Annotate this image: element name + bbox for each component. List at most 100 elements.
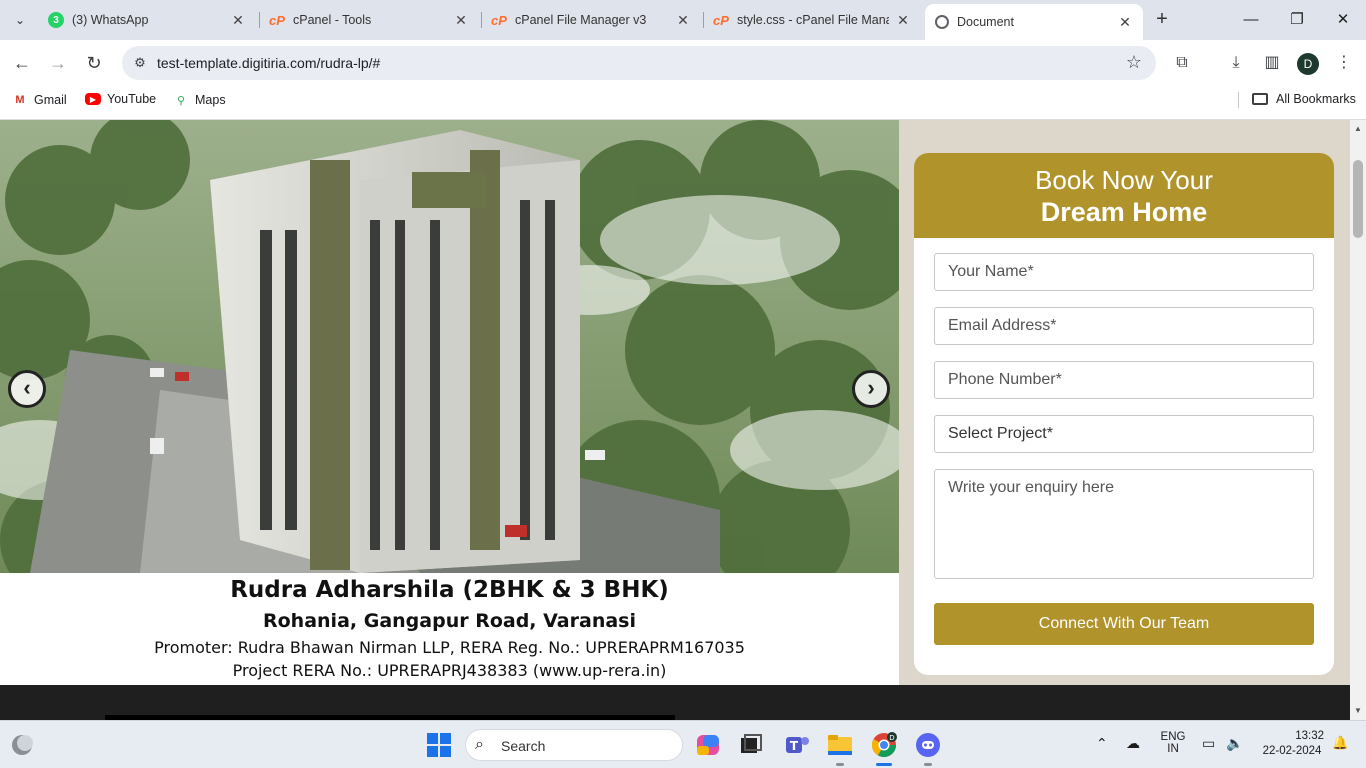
page-viewport: ‹ › Rudra Adharshila (2BHK & 3 BHK) Roha… [0,120,1350,720]
clock-time: 13:32 [1295,730,1324,742]
form-heading-line1: Book Now Your [1035,165,1213,195]
tray-overflow-icon[interactable]: ⌃ [1096,735,1108,752]
project-caption: Rudra Adharshila (2BHK & 3 BHK) Rohania,… [0,573,899,685]
file-explorer-icon[interactable] [826,731,854,759]
restore-button[interactable]: ❐ [1274,8,1320,32]
maps-icon: ⚲ [176,94,186,107]
connect-team-button[interactable]: Connect With Our Team [934,603,1314,645]
close-window-button[interactable]: ✕ [1320,8,1366,32]
youtube-icon: ▶ [85,93,101,105]
site-info-icon[interactable]: ⚙ [132,55,148,71]
enquiry-textarea[interactable]: Write your enquiry here [934,469,1314,579]
new-tab-button[interactable]: + [1150,8,1174,32]
tab-style-css[interactable]: cP style.css - cPanel File Manag ✕ [703,6,921,34]
clock-date: 22-02-2024 [1262,745,1322,757]
network-off-icon[interactable]: ☁ [1126,735,1140,752]
slider-next-button[interactable]: › [852,370,890,408]
dark-section [0,685,1350,720]
back-button[interactable]: ← [9,50,35,76]
slider-prev-button[interactable]: ‹ [8,370,46,408]
page-scrollbar[interactable]: ▲ ▼ [1350,120,1366,720]
tab-cpanel-tools[interactable]: cP cPanel - Tools ✕ [259,6,479,34]
bookmark-youtube[interactable]: ▶ YouTube [85,92,156,106]
forward-button[interactable]: → [45,50,71,76]
hero-slider: ‹ › Rudra Adharshila (2BHK & 3 BHK) Roha… [0,120,899,685]
scroll-up-icon[interactable]: ▲ [1350,122,1366,136]
search-icon: ⌕ [475,736,484,753]
teams-icon[interactable]: T [783,731,811,759]
cpanel-icon: cP [269,12,285,28]
task-view-icon[interactable] [737,731,765,759]
lang-line2: IN [1167,743,1179,755]
phone-input[interactable]: Phone Number* [934,361,1314,399]
project-title: Rudra Adharshila (2BHK & 3 BHK) [230,577,669,603]
all-bookmarks-button[interactable]: All Bookmarks [1252,92,1356,106]
cpanel-icon: cP [713,12,729,28]
running-indicator [924,763,932,766]
active-indicator [876,763,892,766]
lang-line1: ENG [1160,731,1186,743]
globe-icon [935,15,949,29]
tab-title: Document [957,15,1014,29]
all-bookmarks-label: All Bookmarks [1276,92,1356,106]
bookmark-label: Gmail [34,93,67,107]
tab-document[interactable]: Document ✕ [925,4,1143,40]
scroll-thumb[interactable] [1353,160,1363,238]
tab-strip: ⌄ 3 (3) WhatsApp ✕ cP cPanel - Tools ✕ c… [0,0,1366,40]
bookmark-maps[interactable]: ⚲ Maps [173,92,226,108]
bookmarks-separator [1238,92,1239,108]
cpanel-icon: cP [491,12,507,28]
tab-title: (3) WhatsApp [72,13,149,27]
close-icon[interactable]: ✕ [453,12,469,29]
start-button[interactable] [425,731,453,759]
bookmark-label: Maps [195,93,226,107]
form-heading-line2: Dream Home [1040,197,1208,227]
scroll-down-icon[interactable]: ▼ [1350,704,1366,718]
chrome-icon[interactable]: D [870,731,898,759]
whatsapp-icon: 3 [48,12,64,28]
rera-info: Project RERA No.: UPRERAPRJ438383 (www.u… [232,661,667,680]
weather-icon[interactable] [8,731,36,759]
name-input[interactable]: Your Name* [934,253,1314,291]
url-text[interactable]: test-template.digitiria.com/rudra-lp/# [157,55,380,71]
language-indicator[interactable]: ENG IN [1156,731,1190,755]
extensions-icon[interactable]: ⧉ [1171,52,1193,74]
enquiry-panel: Book Now Your Dream Home Your Name* Emai… [899,120,1350,685]
svg-text:T: T [790,739,799,753]
copilot-icon[interactable] [694,731,722,759]
gmail-icon: M [15,94,25,106]
email-input[interactable]: Email Address* [934,307,1314,345]
minimize-button[interactable]: — [1228,8,1274,32]
bookmark-gmail[interactable]: M Gmail [12,92,67,108]
reload-button[interactable]: ↻ [81,50,107,76]
download-icon[interactable]: ⤓ [1225,52,1247,74]
notification-icon[interactable]: 🔔 [1332,735,1348,751]
taskbar-search[interactable]: ⌕ Search [465,729,683,761]
folder-icon [1252,93,1268,105]
browser-toolbar: ← → ↻ ⚙ test-template.digitiria.com/rudr… [0,40,1366,86]
close-icon[interactable]: ✕ [230,12,246,29]
close-icon[interactable]: ✕ [895,12,911,29]
windows-taskbar: ⌕ Search T D ⌃ ☁ ENG IN ▭ 🔈 13:32 22-02-… [0,720,1366,768]
profile-avatar[interactable]: D [1297,53,1319,75]
tab-cpanel-file-manager[interactable]: cP cPanel File Manager v3 ✕ [481,6,701,34]
clock[interactable]: 13:32 22-02-2024 [1254,730,1330,757]
tab-whatsapp[interactable]: 3 (3) WhatsApp ✕ [38,6,256,34]
tab-title: cPanel File Manager v3 [515,13,647,27]
bookmark-star-icon[interactable]: ☆ [1126,52,1142,73]
display-icon[interactable]: ▭ [1202,735,1215,752]
enquiry-form: Book Now Your Dream Home Your Name* Emai… [914,153,1334,675]
side-panel-icon[interactable]: ▥ [1261,52,1283,74]
building-rendering-image [0,120,899,573]
menu-icon[interactable]: ⋮ [1333,52,1355,74]
project-select[interactable]: Select Project* [934,415,1314,453]
bookmarks-bar: M Gmail ▶ YouTube ⚲ Maps All Bookmarks [0,86,1366,114]
discord-icon[interactable] [914,731,942,759]
tab-search-dropdown[interactable]: ⌄ [8,8,32,32]
address-bar[interactable]: ⚙ test-template.digitiria.com/rudra-lp/#… [122,46,1156,80]
volume-icon[interactable]: 🔈 [1226,735,1243,752]
close-icon[interactable]: ✕ [675,12,691,29]
search-label: Search [501,738,546,754]
tab-title: cPanel - Tools [293,13,372,27]
close-icon[interactable]: ✕ [1117,14,1133,31]
